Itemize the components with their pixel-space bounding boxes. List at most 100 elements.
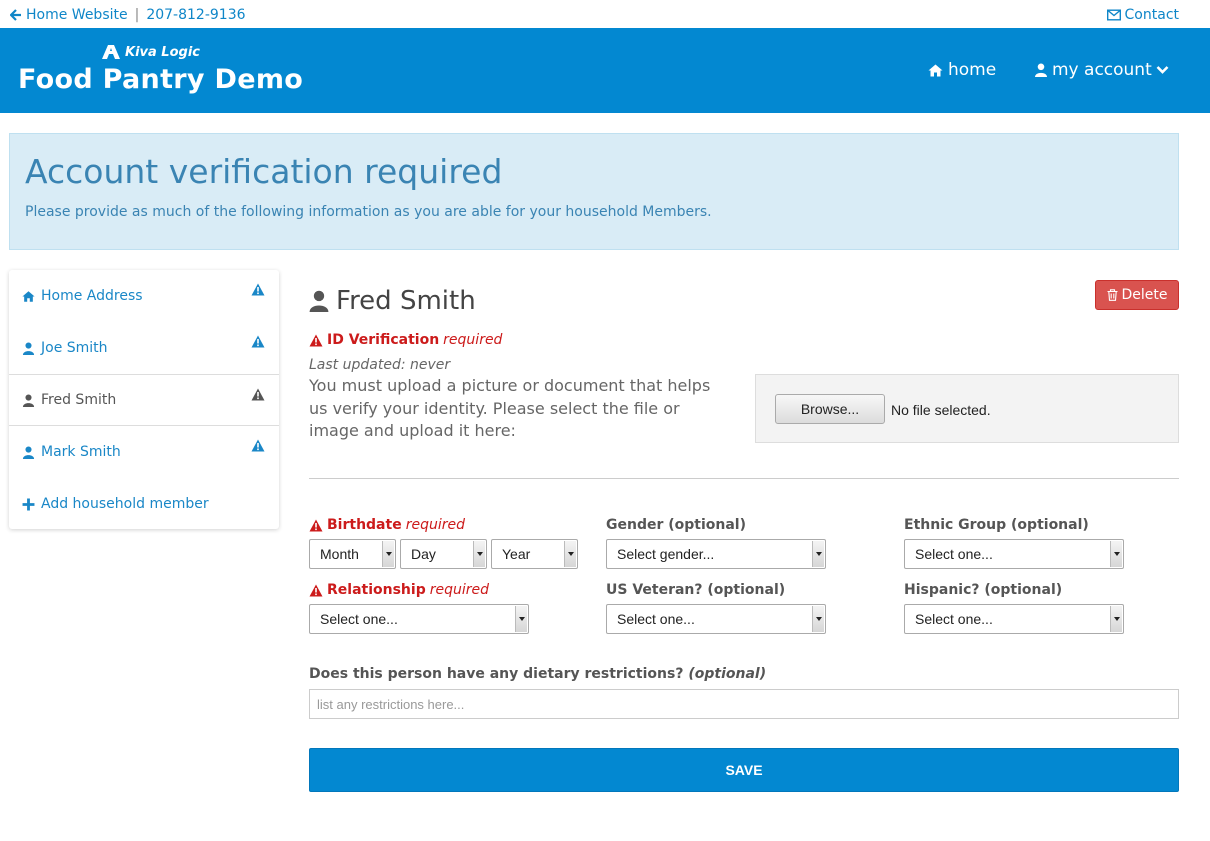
- dropdown-arrow-icon: [1110, 541, 1122, 567]
- warning-icon: [251, 283, 265, 296]
- last-updated: Last updated: never: [309, 357, 451, 373]
- sidebar-item-label: Home Address: [41, 288, 143, 304]
- chevron-down-icon: [1156, 66, 1169, 74]
- sidebar-item-home-address[interactable]: Home Address: [9, 270, 279, 322]
- required-text: required: [429, 582, 489, 598]
- dropdown-arrow-icon: [515, 606, 527, 632]
- sidebar-item-fred-smith[interactable]: Fred Smith: [9, 374, 279, 426]
- ethnic-group-select[interactable]: Select one...: [904, 539, 1124, 569]
- id-verification-text: ID Verification: [327, 332, 440, 348]
- user-icon: [22, 445, 35, 459]
- topbar-right: Contact: [1106, 7, 1179, 23]
- warning-icon: [251, 439, 265, 452]
- delete-button[interactable]: Delete: [1095, 280, 1179, 310]
- home-icon: [22, 290, 35, 302]
- birth-year-select[interactable]: Year: [491, 539, 578, 569]
- dropdown-arrow-icon: [1110, 606, 1122, 632]
- warning-icon: [309, 334, 323, 346]
- select-value: Select one...: [915, 611, 993, 627]
- member-name: Fred Smith: [336, 286, 476, 316]
- user-icon: [22, 341, 35, 355]
- topbar-left: Home Website | 207-812-9136: [10, 7, 246, 23]
- us-veteran-label: US Veteran? (optional): [606, 582, 786, 598]
- contact-link[interactable]: Contact: [1106, 7, 1179, 23]
- sidebar-item-add-member[interactable]: Add household member: [9, 478, 279, 530]
- select-value: Select one...: [915, 546, 993, 562]
- nav-my-account[interactable]: my account: [1035, 60, 1169, 80]
- sidebar-item-joe-smith[interactable]: Joe Smith: [9, 322, 279, 374]
- household-sidebar: Home Address Joe Smith Fred Smith Mark S…: [9, 270, 279, 529]
- warning-icon: [309, 584, 323, 596]
- dropdown-arrow-icon: [812, 606, 824, 632]
- warning-icon: [309, 519, 323, 531]
- dropdown-arrow-icon: [564, 541, 576, 567]
- upload-instructions: You must upload a picture or document th…: [309, 376, 711, 440]
- birthdate-label: Birthdate required: [309, 517, 465, 533]
- plus-icon: [22, 498, 35, 510]
- brand-tagline: Kiva Logic: [125, 44, 200, 60]
- nav-my-account-label: my account: [1052, 60, 1152, 80]
- sidebar-item-label: Fred Smith: [41, 392, 117, 408]
- select-value: Select one...: [617, 611, 695, 627]
- section-divider: [309, 478, 1179, 479]
- select-value: Day: [411, 546, 436, 562]
- dietary-restrictions-input[interactable]: [309, 689, 1179, 719]
- user-icon: [309, 290, 329, 312]
- hispanic-label: Hispanic? (optional): [904, 582, 1063, 598]
- main-navbar: Kiva Logic Food Pantry Demo home my acco…: [0, 28, 1210, 113]
- user-icon: [1035, 63, 1047, 77]
- member-heading: Fred Smith: [309, 286, 476, 316]
- arrow-left-icon: [10, 9, 21, 21]
- phone-number[interactable]: 207-812-9136: [146, 7, 245, 23]
- dropdown-arrow-icon: [473, 541, 485, 567]
- topbar-separator: |: [134, 7, 140, 23]
- verification-alert: Account verification required Please pro…: [9, 133, 1179, 250]
- sidebar-item-label: Add household member: [41, 496, 209, 512]
- browse-button[interactable]: Browse...: [775, 394, 885, 424]
- envelope-icon: [1106, 9, 1121, 21]
- file-upload-area: Browse... No file selected.: [755, 374, 1179, 443]
- relationship-select[interactable]: Select one...: [309, 604, 529, 634]
- gender-select[interactable]: Select gender...: [606, 539, 826, 569]
- save-button[interactable]: SAVE: [309, 748, 1179, 792]
- nav-home[interactable]: home: [928, 60, 996, 80]
- alert-message: Please provide as much of the following …: [25, 204, 712, 220]
- ethnic-group-label: Ethnic Group (optional): [904, 517, 1089, 533]
- id-verification-label: ID Verification required: [309, 332, 502, 348]
- relationship-label: Relationship required: [309, 582, 489, 598]
- relationship-text: Relationship: [327, 582, 426, 598]
- contact-label: Contact: [1124, 7, 1179, 23]
- brand-title: Food Pantry Demo: [18, 64, 304, 95]
- dropdown-arrow-icon: [382, 541, 394, 567]
- file-status: No file selected.: [891, 402, 991, 418]
- sidebar-item-mark-smith[interactable]: Mark Smith: [9, 426, 279, 478]
- home-website-link[interactable]: Home Website: [10, 7, 128, 23]
- select-value: Year: [502, 546, 531, 562]
- home-icon: [928, 64, 943, 76]
- sidebar-item-label: Mark Smith: [41, 444, 121, 460]
- select-value: Select gender...: [617, 546, 715, 562]
- brand-logo: Kiva Logic: [100, 44, 200, 60]
- warning-icon: [251, 335, 265, 348]
- trash-icon: [1107, 289, 1117, 301]
- sidebar-item-label: Joe Smith: [41, 340, 108, 356]
- required-text: required: [443, 332, 503, 348]
- select-value: Month: [320, 546, 359, 562]
- select-value: Select one...: [320, 611, 398, 627]
- birthdate-text: Birthdate: [327, 517, 402, 533]
- us-veteran-select[interactable]: Select one...: [606, 604, 826, 634]
- nav-home-label: home: [948, 60, 997, 80]
- warning-icon: [251, 388, 265, 401]
- delete-label: Delete: [1121, 287, 1168, 303]
- birth-day-select[interactable]: Day: [400, 539, 487, 569]
- top-utility-bar: Home Website | 207-812-9136 Contact: [0, 0, 1210, 28]
- optional-text: (optional): [688, 666, 767, 682]
- dietary-question: Does this person have any dietary restri…: [309, 666, 684, 682]
- dropdown-arrow-icon: [812, 541, 824, 567]
- hispanic-select[interactable]: Select one...: [904, 604, 1124, 634]
- birth-month-select[interactable]: Month: [309, 539, 396, 569]
- required-text: required: [405, 517, 465, 533]
- kiva-logo-icon: [102, 45, 120, 59]
- user-icon: [22, 393, 35, 407]
- alert-title: Account verification required: [25, 152, 503, 191]
